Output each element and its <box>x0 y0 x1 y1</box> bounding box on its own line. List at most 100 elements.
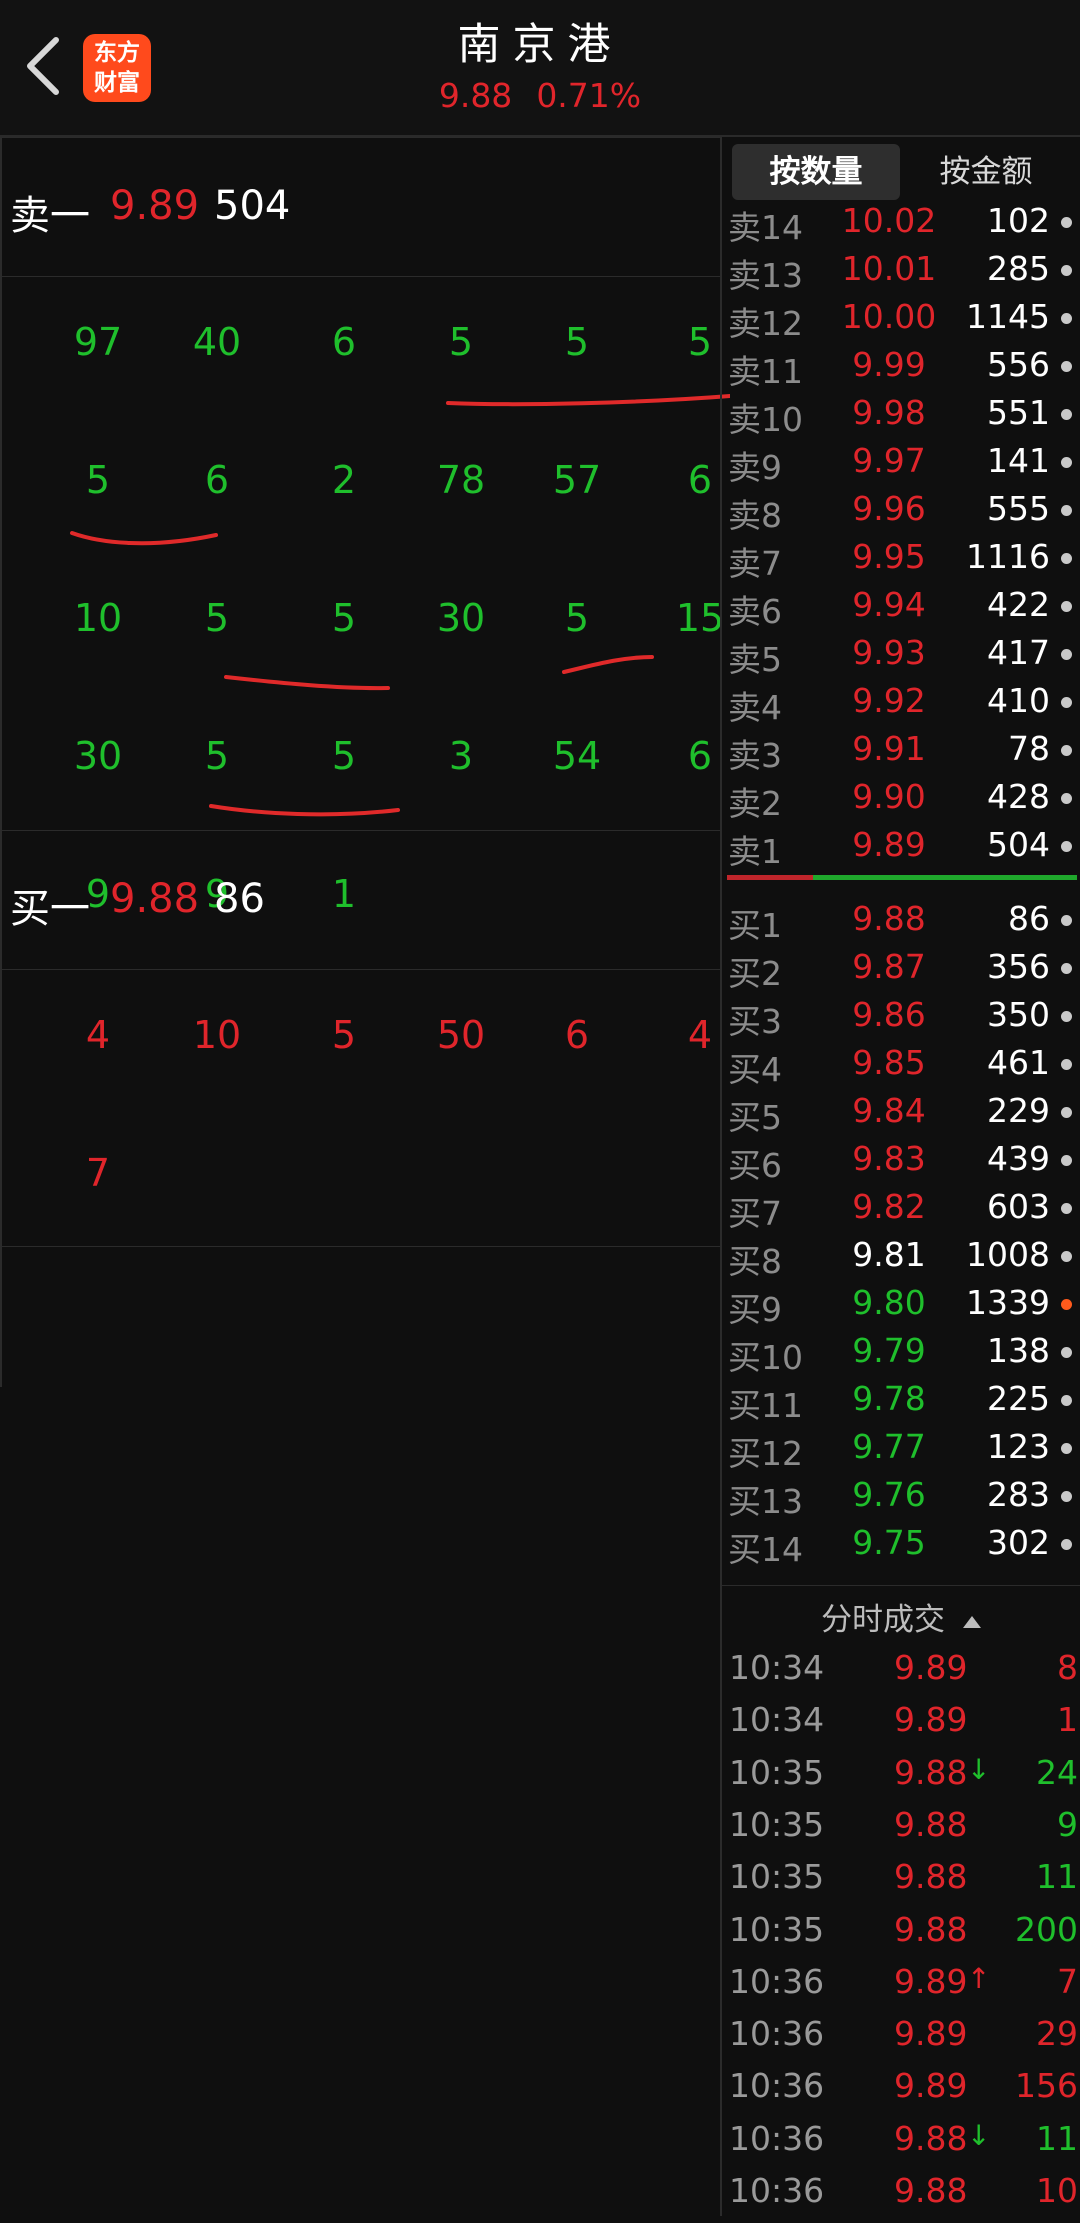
level-label: 卖3 <box>728 736 782 775</box>
level-volume: 123 <box>987 1427 1050 1466</box>
queue-order-volume: 54 <box>552 734 602 778</box>
bid-level-row[interactable]: 买6 9.83 439 <box>722 1137 1080 1185</box>
level-price: 10.01 <box>841 249 937 288</box>
ask-level-row[interactable]: 卖14 10.02 102 <box>722 199 1080 247</box>
level-dot-icon <box>1061 553 1072 564</box>
bid-level-row[interactable]: 买7 9.82 603 <box>722 1185 1080 1233</box>
ask-level-row[interactable]: 卖13 10.01 285 <box>722 247 1080 295</box>
level-volume: 283 <box>987 1475 1050 1514</box>
bid-level-row[interactable]: 买2 9.87 356 <box>722 945 1080 993</box>
ask-level-row[interactable]: 卖2 9.90 428 <box>722 775 1080 823</box>
ask-level-row[interactable]: 卖10 9.98 551 <box>722 391 1080 439</box>
ask-level-row[interactable]: 卖7 9.95 1116 <box>722 535 1080 583</box>
queue-order-volume: 5 <box>448 320 474 364</box>
header-bar: 东方 财富 南京港 9.88 0.71% <box>0 0 1080 137</box>
bid-level-row[interactable]: 买14 9.75 302 <box>722 1521 1080 1569</box>
buy-queue-grid: 4 10 5 50 6 4 7 <box>0 968 720 1247</box>
queue-order-volume: 2 <box>331 458 357 502</box>
level-price: 9.79 <box>852 1331 926 1370</box>
ask-level-row[interactable]: 卖11 9.99 556 <box>722 343 1080 391</box>
queue-order-volume: 6 <box>331 320 357 364</box>
level-dot-icon <box>1061 313 1072 324</box>
queue-order-volume: 57 <box>552 458 602 502</box>
level-volume: 229 <box>987 1091 1050 1130</box>
arrow-down-icon: ↓ <box>967 2118 991 2152</box>
bid-level-row[interactable]: 买8 9.81 1008 <box>722 1233 1080 1281</box>
level-dot-icon <box>1061 361 1072 372</box>
bid-level-row[interactable]: 买11 9.78 225 <box>722 1377 1080 1425</box>
level-price: 9.82 <box>852 1187 926 1226</box>
level-dot-icon <box>1061 697 1072 708</box>
level-price: 9.93 <box>852 633 926 672</box>
level-dot-icon <box>1061 505 1072 516</box>
level-label: 卖1 <box>728 832 782 871</box>
level-label: 买8 <box>728 1242 782 1281</box>
bid-level-row[interactable]: 买13 9.76 283 <box>722 1473 1080 1521</box>
bid-level-row[interactable]: 买3 9.86 350 <box>722 993 1080 1041</box>
tab-by-amount[interactable]: 按金额 <box>902 144 1070 200</box>
ask-level-row[interactable]: 卖6 9.94 422 <box>722 583 1080 631</box>
level-dot-icon <box>1061 745 1072 756</box>
level-price: 9.90 <box>852 777 926 816</box>
ask-level-row[interactable]: 卖12 10.00 1145 <box>722 295 1080 343</box>
sell-one-price: 9.89 <box>110 183 200 229</box>
level-volume: 138 <box>987 1331 1050 1370</box>
queue-order-volume: 10 <box>73 596 123 640</box>
trade-time: 10:34 <box>729 1648 825 1687</box>
ask-level-row[interactable]: 卖9 9.97 141 <box>722 439 1080 487</box>
level-price: 9.97 <box>852 441 926 480</box>
tab-by-quantity[interactable]: 按数量 <box>732 144 900 200</box>
ask-level-row[interactable]: 卖5 9.93 417 <box>722 631 1080 679</box>
trade-row: 10:36 9.89 ↑ 7 <box>722 1962 1080 2014</box>
level-price: 9.86 <box>852 995 926 1034</box>
level-dot-icon <box>1061 1155 1072 1166</box>
level-dot-icon <box>1061 649 1072 660</box>
queue-order-volume: 78 <box>436 458 486 502</box>
level-label: 卖2 <box>728 784 782 823</box>
ask-level-row[interactable]: 卖4 9.92 410 <box>722 679 1080 727</box>
trade-price: 9.89 <box>894 1700 968 1740</box>
level-dot-icon <box>1061 1443 1072 1454</box>
level-volume: 556 <box>987 345 1050 384</box>
change-percent: 0.71% <box>536 76 642 115</box>
quantity-amount-toggle: 按数量 按金额 <box>732 141 1072 200</box>
level-volume: 1145 <box>966 297 1050 336</box>
trades-title-label: 分时成交 <box>821 1602 946 1638</box>
queue-order-volume: 5 <box>331 1013 357 1057</box>
bid-level-row[interactable]: 买12 9.77 123 <box>722 1425 1080 1473</box>
level-price: 9.96 <box>852 489 926 528</box>
level-price: 9.76 <box>852 1475 926 1514</box>
queue-order-volume: 5 <box>331 596 357 640</box>
trade-price: 9.89 <box>894 1648 968 1687</box>
bid-level-row[interactable]: 买4 9.85 461 <box>722 1041 1080 1089</box>
level-dot-icon <box>1061 1539 1072 1550</box>
trades-title[interactable]: 分时成交 <box>722 1594 1080 1639</box>
bid-level-row[interactable]: 买10 9.79 138 <box>722 1329 1080 1377</box>
trade-price: 9.88 <box>894 1752 968 1792</box>
bid-level-row[interactable]: 买5 9.84 229 <box>722 1089 1080 1137</box>
level-price: 9.84 <box>852 1091 926 1130</box>
queue-order-volume: 30 <box>436 596 486 640</box>
ask-level-row[interactable]: 卖1 9.89 504 <box>722 823 1080 871</box>
level-dot-icon <box>1061 1491 1072 1502</box>
level-price: 9.98 <box>852 393 926 432</box>
bid-ask-ratio-bar <box>727 875 1077 880</box>
level-volume: 302 <box>987 1523 1050 1562</box>
level-dot-icon <box>1061 1299 1072 1310</box>
sell-one-header: 卖一 9.89 504 <box>0 137 720 277</box>
ask-level-row[interactable]: 卖8 9.96 555 <box>722 487 1080 535</box>
level-label: 买9 <box>728 1290 782 1329</box>
queue-order-volume: 5 <box>204 734 230 778</box>
bid-level-row[interactable]: 买1 9.88 86 <box>722 897 1080 945</box>
trade-price: 9.88 <box>894 2118 968 2158</box>
trade-time: 10:35 <box>729 1804 825 1844</box>
trade-volume: 24 <box>1036 1752 1078 1792</box>
trade-row: 10:36 9.88 10 <box>722 2171 1080 2223</box>
level-volume: 422 <box>987 585 1050 624</box>
level-dot-icon <box>1061 1107 1072 1118</box>
bid-level-row[interactable]: 买9 9.80 1339 <box>722 1281 1080 1329</box>
trade-price: 9.88 <box>894 1909 968 1949</box>
ask-level-row[interactable]: 卖3 9.91 78 <box>722 727 1080 775</box>
level-dot-icon <box>1061 1347 1072 1358</box>
queue-order-volume: 3 <box>448 734 474 778</box>
